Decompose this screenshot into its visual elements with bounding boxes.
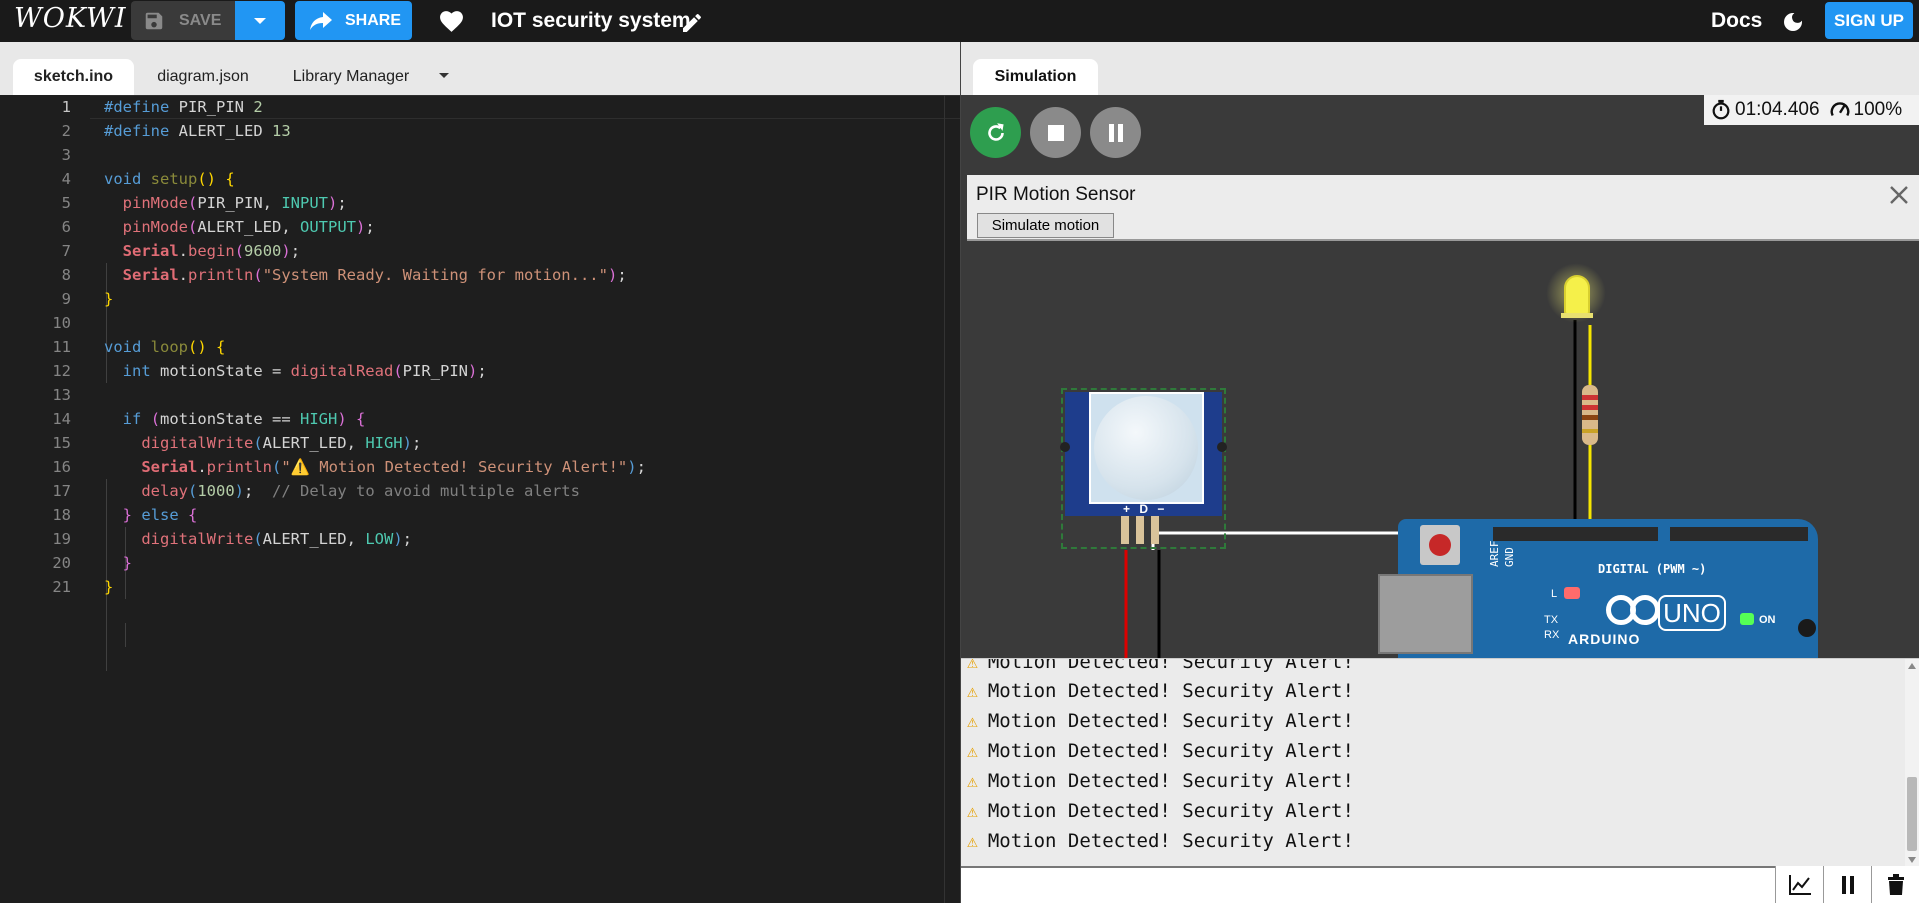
- uno-badge: UNO: [1658, 595, 1726, 631]
- power-led: [1740, 613, 1754, 625]
- code-line: 17 delay(1000); // Delay to avoid multip…: [52, 482, 580, 500]
- serial-line: ⚠ Motion Detected! Security Alert!: [967, 658, 1354, 677]
- code-line: 14 if (motionState == HIGH) {: [52, 410, 366, 428]
- code-line: 21}: [52, 578, 114, 596]
- yellow-led[interactable]: [1546, 263, 1606, 327]
- digital-pwm-label: DIGITAL (PWM ~): [1598, 562, 1707, 576]
- save-label: SAVE: [179, 11, 222, 29]
- code-line: 12 int motionState = digitalRead(PIR_PIN…: [52, 362, 487, 380]
- digital-header-right: [1670, 527, 1808, 541]
- digital-header-left: [1493, 527, 1658, 541]
- top-bar: WOKWI SAVE SHARE IOT security system Doc…: [0, 0, 1919, 42]
- tab-simulation[interactable]: Simulation: [973, 59, 1098, 95]
- code-line: 18 } else {: [52, 506, 198, 524]
- save-dropdown-button[interactable]: [235, 1, 285, 40]
- simulation-canvas[interactable]: 01:04.406 100% PIR Motion Sensor Simulat…: [961, 95, 1919, 658]
- code-line: 15 digitalWrite(ALERT_LED, HIGH);: [52, 434, 422, 452]
- mounting-hole: [1798, 619, 1816, 637]
- code-line: 20 }: [52, 554, 133, 572]
- on-label: ON: [1759, 614, 1776, 626]
- clear-serial-button[interactable]: [1871, 866, 1919, 903]
- tabs-dropdown-caret-icon[interactable]: [438, 72, 450, 80]
- l-led-label: L: [1551, 588, 1558, 600]
- code-line: 10: [52, 314, 71, 332]
- share-label: SHARE: [345, 11, 402, 29]
- code-line: 3: [61, 146, 71, 164]
- simulation-tab-bar: Simulation: [961, 42, 1919, 95]
- code-line: 2 #define ALERT_LED 13: [61, 122, 291, 140]
- reset-button[interactable]: [1420, 525, 1460, 565]
- code-line: 9}: [61, 290, 114, 308]
- serial-pause-button[interactable]: [1823, 866, 1871, 903]
- code-line: 5 pinMode(PIR_PIN, INPUT);: [61, 194, 347, 212]
- serial-scrollbar[interactable]: [1905, 659, 1919, 866]
- serial-line: ⚠ Motion Detected! Security Alert!: [967, 830, 1354, 852]
- project-title: IOT security system: [491, 9, 691, 32]
- code-line: 4 void setup() {: [61, 170, 235, 188]
- editor-scrollbar[interactable]: [944, 95, 960, 903]
- save-button[interactable]: SAVE: [131, 1, 235, 40]
- share-button[interactable]: SHARE: [295, 1, 412, 40]
- code-line: 11 void loop() {: [52, 338, 226, 356]
- warning-icon: ⚠: [967, 740, 978, 762]
- sign-up-button[interactable]: SIGN UP: [1825, 2, 1913, 39]
- warning-icon: ⚠: [967, 770, 978, 792]
- pir-motion-sensor[interactable]: + D −: [1060, 388, 1227, 549]
- code-line: 19 digitalWrite(ALERT_LED, LOW);: [52, 530, 412, 548]
- arduino-logo: [1630, 595, 1660, 625]
- scroll-up-arrow-icon[interactable]: [1908, 663, 1916, 669]
- warning-icon: ⚠: [967, 680, 978, 702]
- docs-link[interactable]: Docs: [1711, 9, 1762, 33]
- code-line: 6 pinMode(ALERT_LED, OUTPUT);: [61, 218, 375, 236]
- editor-tab-bar: sketch.ino diagram.json Library Manager: [0, 42, 960, 95]
- scroll-down-arrow-icon[interactable]: [1908, 857, 1916, 863]
- chart-line-icon: [1788, 874, 1811, 895]
- gnd-label: GND: [1503, 547, 1516, 567]
- code-line: 8 Serial.println("System Ready. Waiting …: [61, 266, 627, 284]
- tx-label: TX: [1544, 614, 1559, 626]
- arduino-brand: ARDUINO: [1568, 631, 1641, 647]
- plotter-button[interactable]: [1775, 866, 1823, 903]
- aref-label: AREF: [1488, 540, 1501, 568]
- tab-diagram-json[interactable]: diagram.json: [143, 59, 263, 95]
- serial-line: ⚠ Motion Detected! Security Alert!: [967, 710, 1354, 732]
- serial-line: ⚠ Motion Detected! Security Alert!: [967, 770, 1354, 792]
- code-line: 7 Serial.begin(9600);: [61, 242, 301, 260]
- wokwi-logo[interactable]: WOKWI: [14, 3, 127, 34]
- pause-icon: [1841, 875, 1854, 894]
- code-line: 16 Serial.println("⚠️ Motion Detected! S…: [52, 458, 646, 476]
- pir-pin-labels: + D −: [1123, 502, 1168, 516]
- indent-guide: [125, 623, 126, 647]
- code-line: 13: [52, 386, 71, 404]
- warning-icon: ⚠: [967, 830, 978, 852]
- serial-scroll-thumb[interactable]: [1907, 777, 1917, 851]
- share-arrow-icon: [310, 11, 332, 30]
- serial-line: ⚠ Motion Detected! Security Alert!: [967, 680, 1354, 702]
- warning-icon: ⚠: [967, 658, 978, 673]
- tab-library-manager[interactable]: Library Manager: [276, 59, 426, 95]
- caret-down-icon: [254, 17, 266, 24]
- usb-port: [1378, 574, 1473, 654]
- serial-monitor-output[interactable]: ⚠ Motion Detected! Security Alert! ⚠ Motio…: [961, 658, 1919, 866]
- serial-line: ⚠ Motion Detected! Security Alert!: [967, 800, 1354, 822]
- resistor[interactable]: [1582, 385, 1598, 445]
- serial-line: ⚠ Motion Detected! Security Alert!: [967, 740, 1354, 762]
- floppy-disk-icon: [145, 12, 163, 29]
- code-editor[interactable]: 1 #define PIR_PIN 2 2 #define ALERT_LED 13…: [0, 95, 960, 903]
- rx-label: RX: [1544, 629, 1560, 641]
- tab-sketch-ino[interactable]: sketch.ino: [13, 59, 134, 95]
- warning-icon: ⚠: [967, 710, 978, 732]
- warning-icon: ⚠: [967, 800, 978, 822]
- dark-mode-moon-icon[interactable]: [1781, 10, 1805, 34]
- trash-icon: [1887, 873, 1904, 895]
- code-line: 1 #define PIR_PIN 2: [61, 98, 263, 116]
- heart-icon[interactable]: [438, 9, 465, 33]
- l-led: [1564, 587, 1580, 599]
- edit-pencil-icon[interactable]: [680, 11, 704, 35]
- arduino-uno-board[interactable]: AREF GND DIGITAL (PWM ~) L TX RX ARDUINO…: [1378, 519, 1818, 658]
